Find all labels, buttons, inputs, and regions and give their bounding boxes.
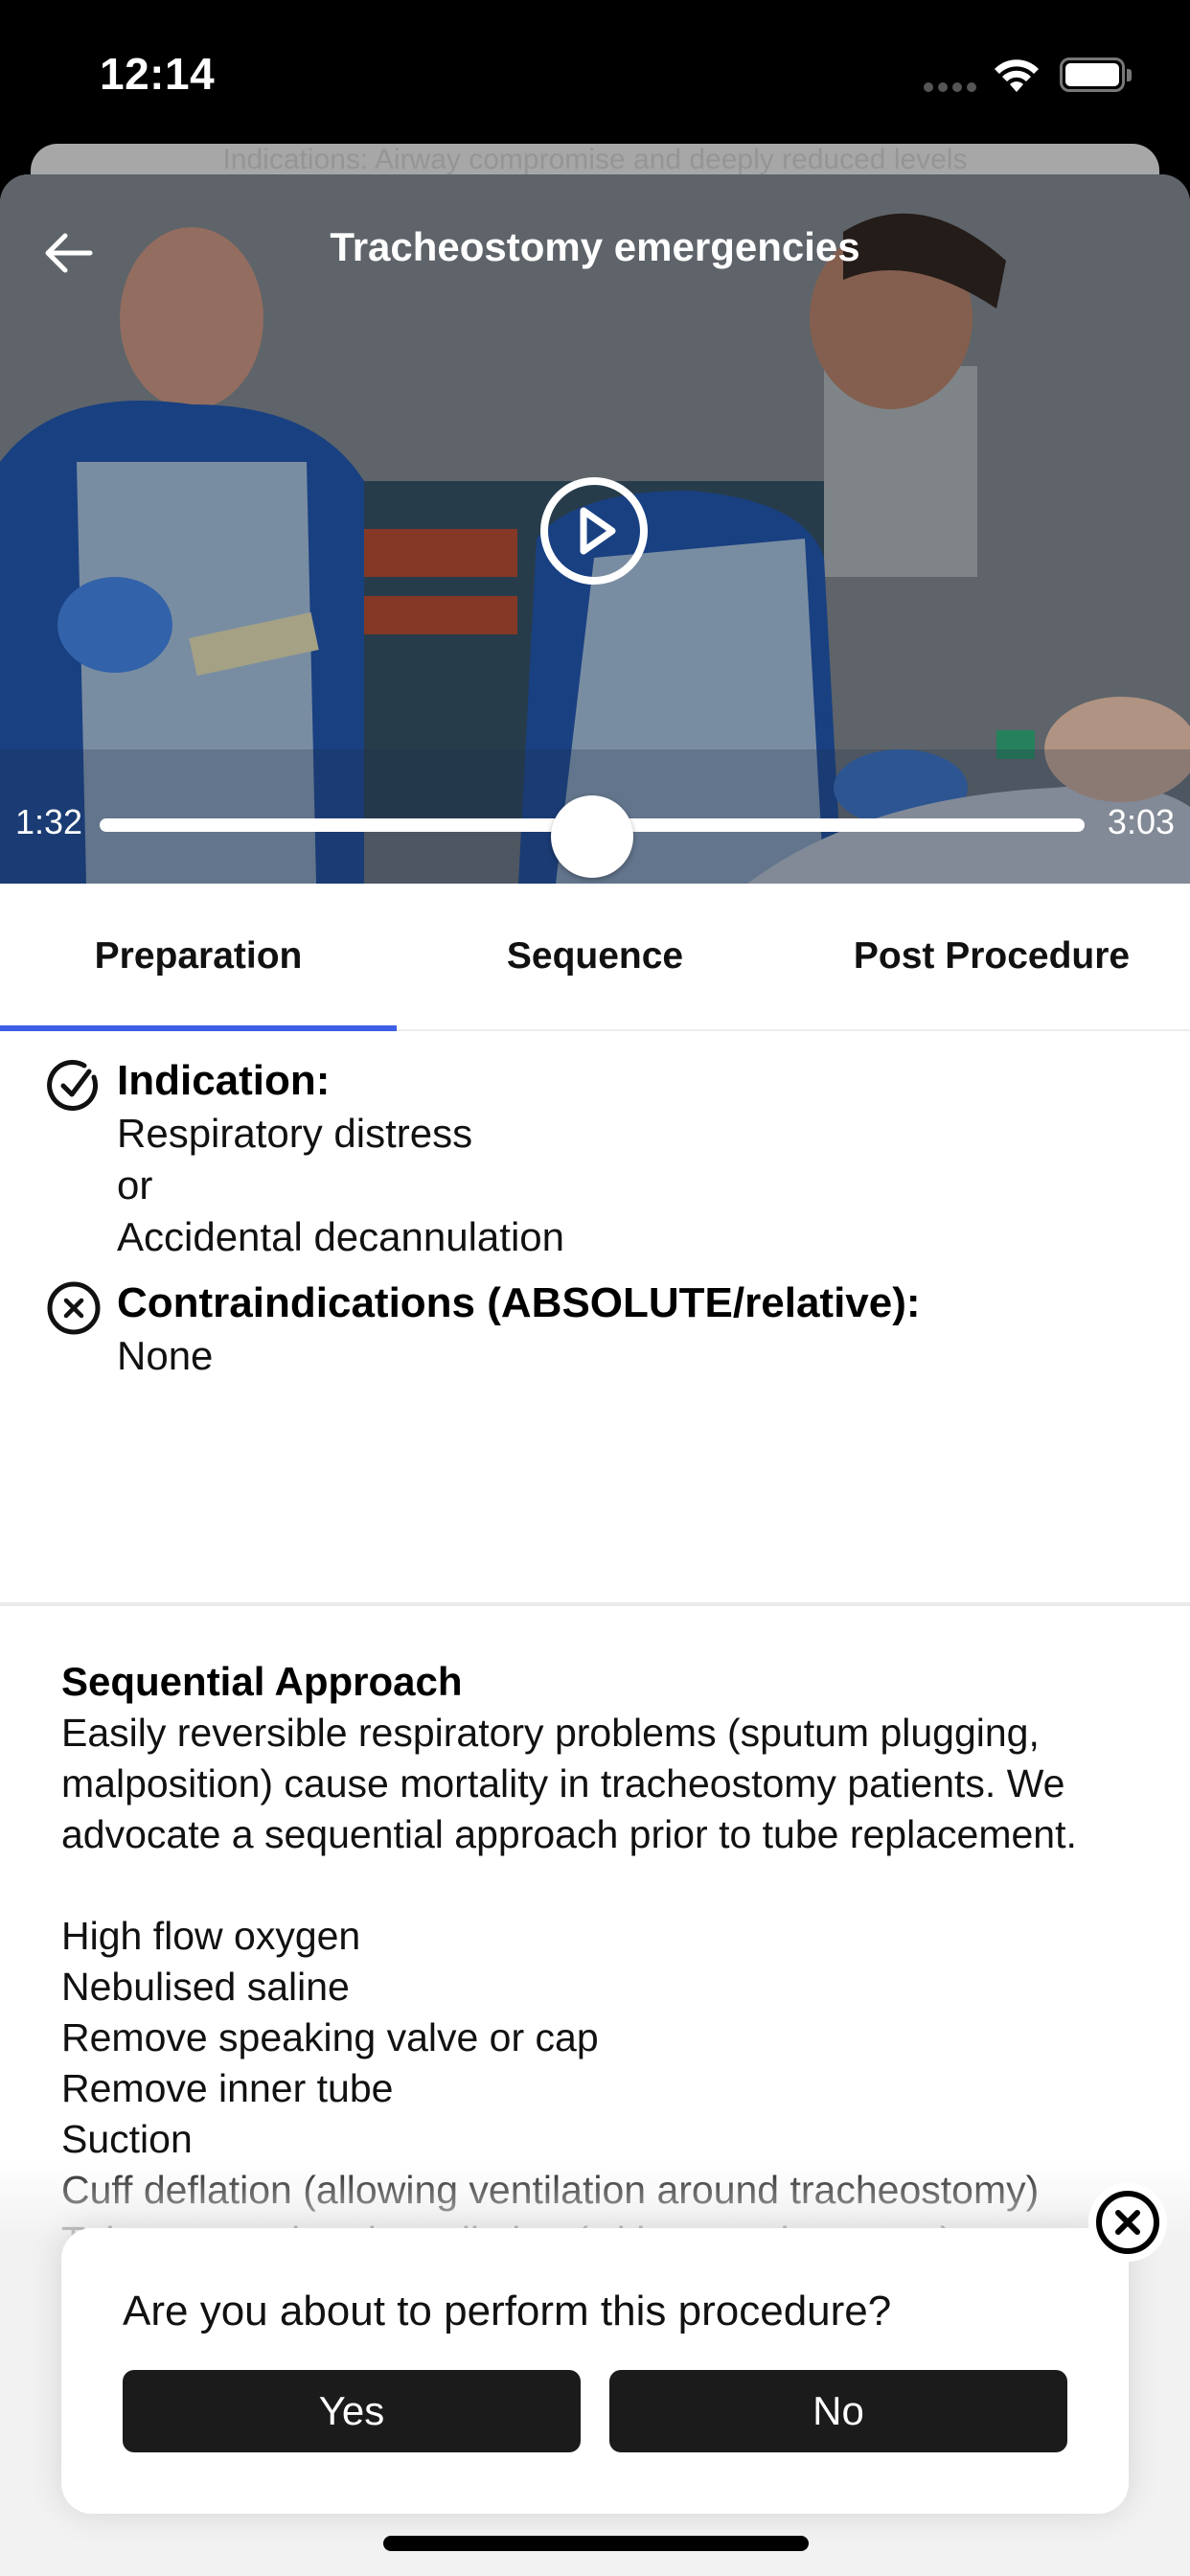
play-circle-icon [540, 477, 648, 585]
tab-preparation[interactable]: Preparation [0, 884, 397, 1031]
list-item: Remove speaking valve or cap [61, 2015, 599, 2059]
indication-line: Accidental decannulation [117, 1214, 565, 1259]
contraindications-title: Contraindications (ABSOLUTE/relative): [117, 1279, 921, 1326]
battery-icon [1060, 58, 1125, 92]
wifi-icon [995, 59, 1039, 92]
tab-content: Indication: Respiratory distress or Acci… [0, 1033, 1190, 2368]
tab-sequence[interactable]: Sequence [397, 884, 793, 1029]
dialog-close-button[interactable] [1088, 2183, 1167, 2262]
indication-row: Indication: Respiratory distress or Acci… [46, 1054, 1190, 1263]
procedure-confirmation-dialog: Are you about to perform this procedure?… [61, 2228, 1129, 2514]
sequential-approach-paragraph: Easily reversible respiratory problems (… [61, 1711, 1077, 1856]
video-title: Tracheostomy emergencies [330, 224, 860, 269]
play-button[interactable] [538, 475, 650, 586]
list-item: High flow oxygen [61, 1914, 361, 1958]
procedure-sheet: Tracheostomy emergencies 1:32 3:03 Prepa… [0, 174, 1190, 2576]
tab-post-procedure[interactable]: Post Procedure [793, 884, 1190, 1029]
sequential-approach-title: Sequential Approach [61, 1659, 463, 1704]
background-sheet-text: Indications: Airway compromise and deepl… [222, 144, 968, 175]
close-circle-icon [1096, 2191, 1159, 2254]
status-bar: 12:14 [0, 0, 1190, 144]
list-item: Suction [61, 2117, 193, 2161]
list-item: Remove inner tube [61, 2066, 394, 2110]
contraindications-row: Contraindications (ABSOLUTE/relative): N… [46, 1276, 1190, 1382]
tab-bar: Preparation Sequence Post Procedure [0, 884, 1190, 1031]
list-item: Nebulised saline [61, 1965, 350, 2009]
cellular-signal-icon [924, 82, 976, 92]
check-circle-icon [47, 1060, 99, 1111]
contraindications-line: None [117, 1333, 214, 1378]
indications-section: Indication: Respiratory distress or Acci… [0, 1033, 1190, 1606]
no-button[interactable]: No [609, 2370, 1067, 2452]
list-item: Cuff deflation (allowing ventilation aro… [61, 2168, 1040, 2212]
yes-button[interactable]: Yes [123, 2370, 581, 2452]
seek-thumb[interactable] [551, 795, 633, 878]
video-player[interactable]: Tracheostomy emergencies 1:32 3:03 [0, 174, 1190, 884]
indication-line: Respiratory distress [117, 1111, 473, 1156]
indication-title: Indication: [117, 1057, 331, 1104]
total-time: 3:03 [1107, 802, 1175, 841]
home-indicator [383, 2536, 809, 2551]
current-time: 1:32 [15, 802, 83, 841]
dialog-question: Are you about to perform this procedure? [123, 2288, 892, 2334]
x-circle-icon [47, 1281, 101, 1335]
status-time: 12:14 [100, 49, 216, 99]
indication-line: or [117, 1162, 153, 1208]
